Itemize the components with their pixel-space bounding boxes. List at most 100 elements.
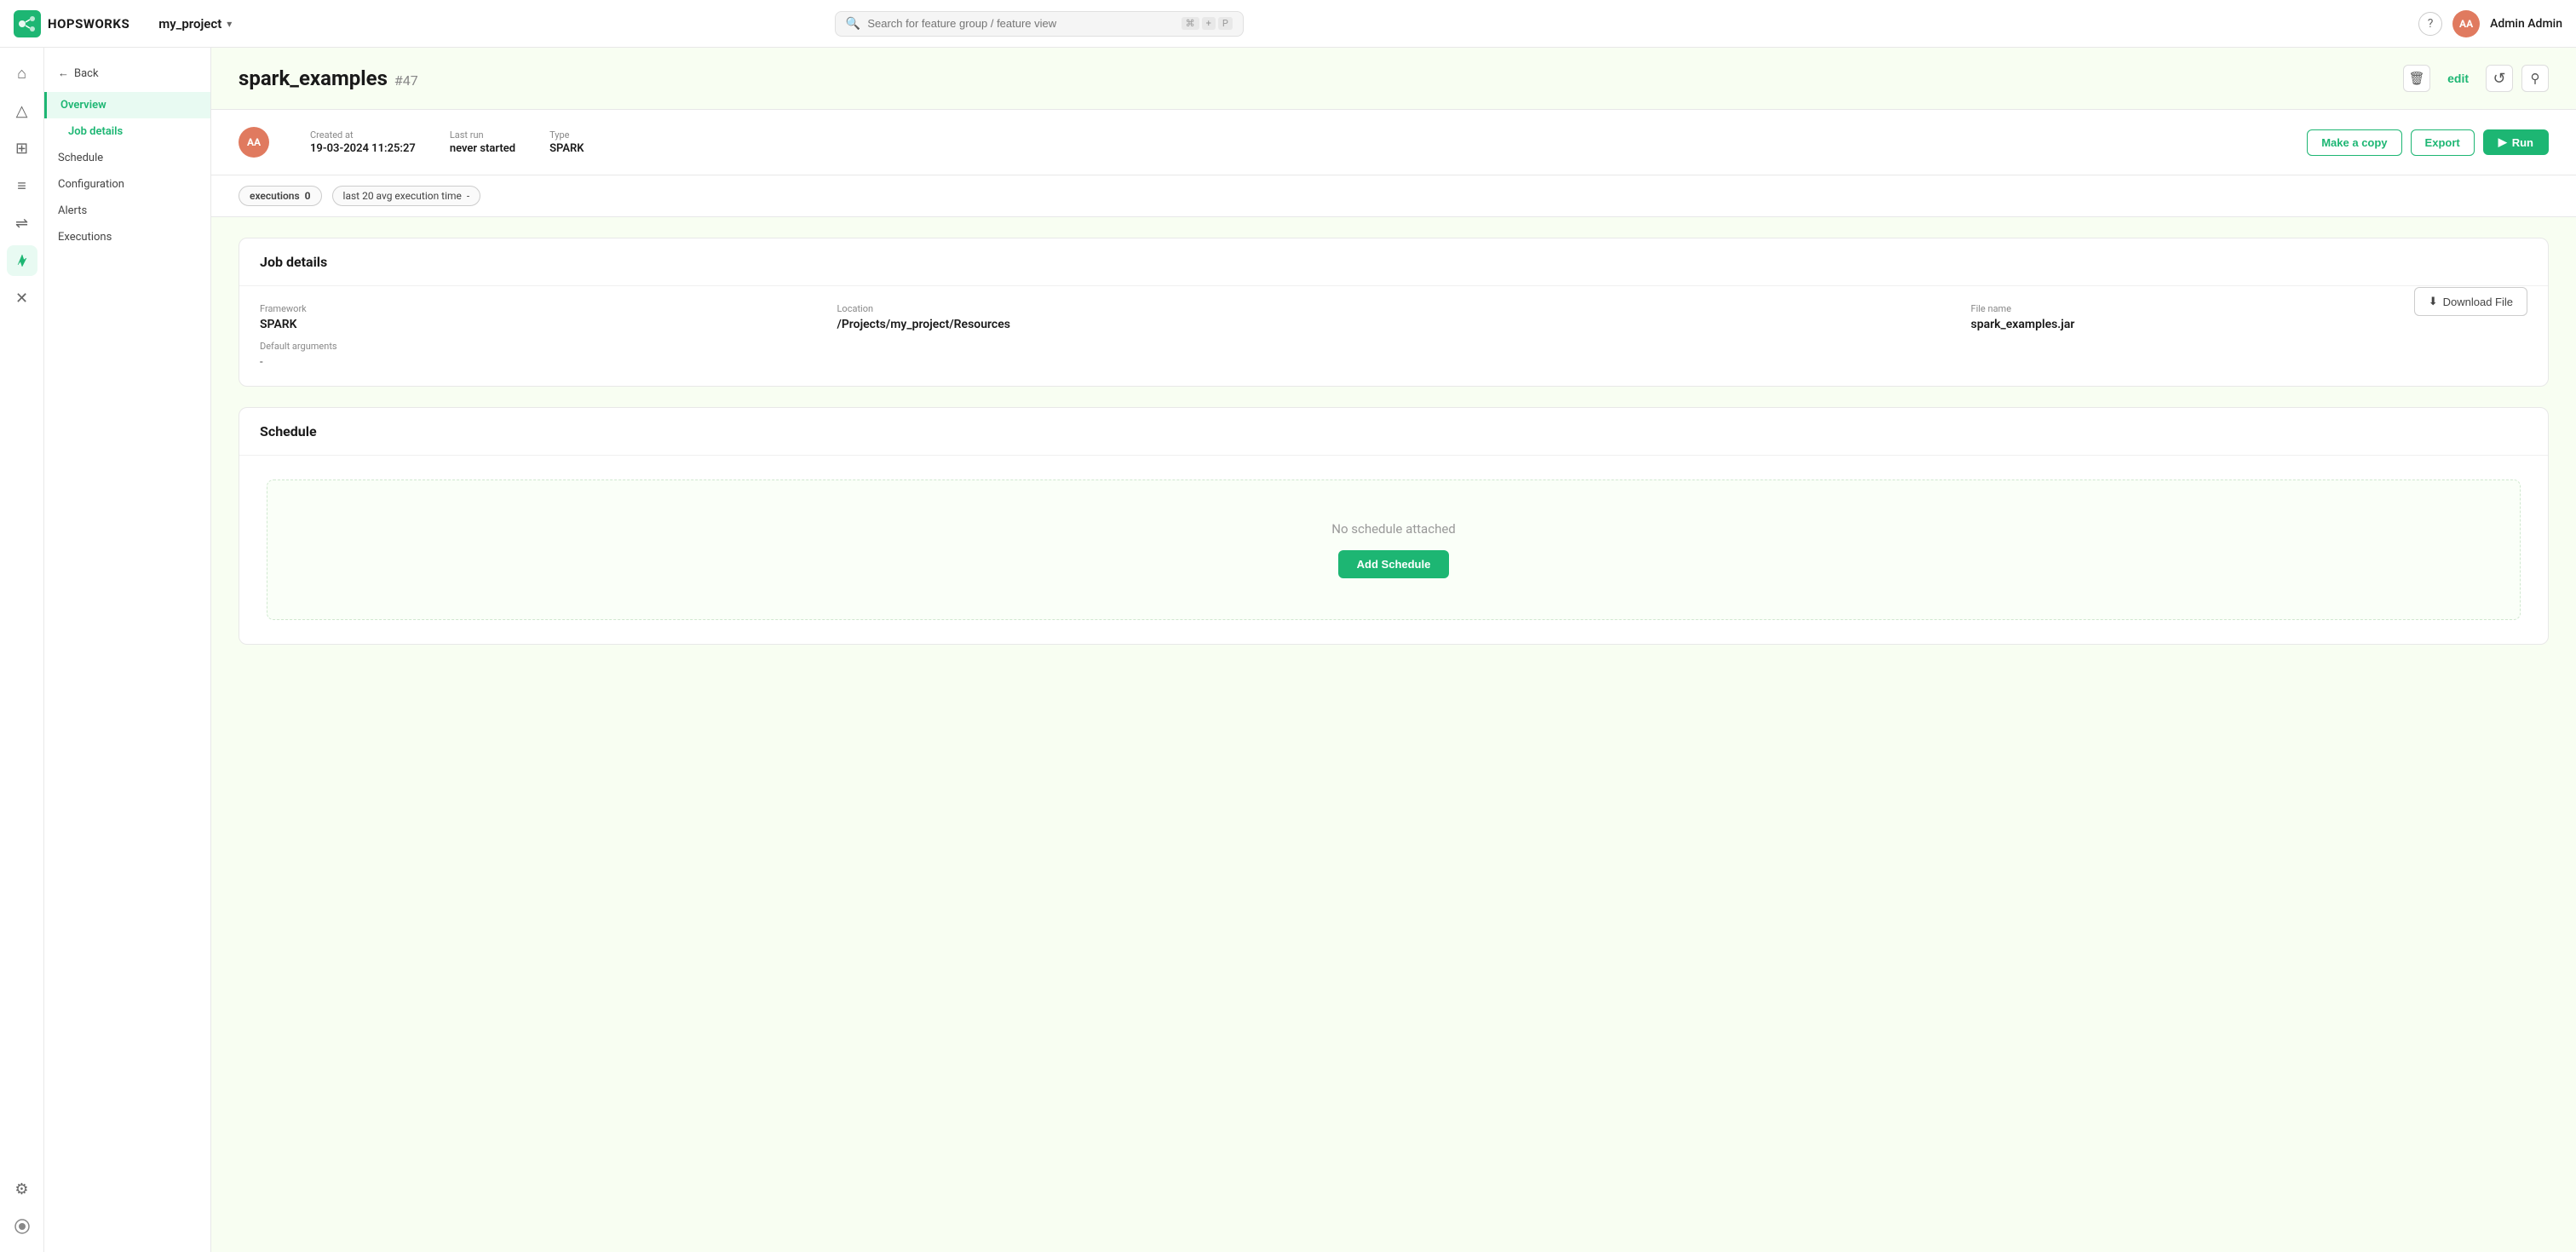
job-details-content: Framework SPARK Location /Projects/my_pr… bbox=[239, 286, 2548, 386]
executions-label: executions bbox=[250, 190, 300, 202]
search-input[interactable] bbox=[867, 17, 1174, 30]
help-button[interactable]: ? bbox=[2418, 12, 2442, 36]
add-schedule-label: Add Schedule bbox=[1357, 558, 1431, 571]
location-value: /Projects/my_project/Resources bbox=[837, 318, 1951, 331]
make-copy-button[interactable]: Make a copy bbox=[2307, 129, 2401, 156]
nav-sidebar: ← Back Overview Job details Schedule Con… bbox=[44, 48, 211, 1252]
page-title-area: spark_examples #47 bbox=[239, 66, 418, 90]
run-play-icon: ▶ bbox=[2498, 135, 2507, 149]
sidebar-item-overview[interactable]: Overview bbox=[44, 92, 210, 118]
help-icon: ? bbox=[2428, 17, 2434, 31]
exec-time-label: last 20 avg execution time bbox=[343, 190, 462, 202]
user-avatar: AA bbox=[2452, 10, 2480, 37]
kbd-p: P bbox=[1218, 17, 1233, 30]
executions-bar: executions 0 last 20 avg execution time … bbox=[211, 175, 2576, 217]
executions-badge: executions 0 bbox=[239, 186, 322, 206]
meta-actions: Make a copy Export ▶ Run bbox=[2307, 129, 2549, 156]
kbd-cmd: ⌘ bbox=[1182, 17, 1199, 30]
meta-created-field: Created at 19-03-2024 11:25:27 bbox=[310, 129, 416, 155]
search-bar[interactable]: 🔍 ⌘ + P bbox=[835, 11, 1244, 37]
meta-bar: AA Created at 19-03-2024 11:25:27 Last r… bbox=[211, 110, 2576, 175]
make-copy-label: Make a copy bbox=[2321, 136, 2387, 149]
logo-area: HOPSWORKS bbox=[14, 10, 129, 37]
sidebar-item-configuration[interactable]: Configuration bbox=[44, 171, 210, 198]
sidebar-item-executions[interactable]: Executions bbox=[44, 224, 210, 250]
nav-arrows-icon[interactable]: ⇌ bbox=[7, 208, 37, 238]
nav-home-icon[interactable]: ⌂ bbox=[7, 58, 37, 89]
nav-bottom-icon[interactable] bbox=[7, 1211, 37, 1242]
sidebar-item-alerts-label: Alerts bbox=[58, 204, 87, 217]
run-button[interactable]: ▶ Run bbox=[2483, 129, 2549, 155]
meta-last-run-value: never started bbox=[450, 142, 515, 155]
sidebar-item-alerts[interactable]: Alerts bbox=[44, 198, 210, 224]
top-bar-right: ? AA Admin Admin bbox=[2418, 10, 2562, 37]
location-field: Location /Projects/my_project/Resources bbox=[837, 303, 1951, 331]
sidebar-item-schedule-label: Schedule bbox=[58, 152, 103, 164]
meta-type-value: SPARK bbox=[549, 142, 584, 155]
no-schedule-area: No schedule attached Add Schedule bbox=[267, 480, 2521, 620]
sidebar-item-job-details-label: Job details bbox=[68, 125, 123, 138]
schedule-card: Schedule No schedule attached Add Schedu… bbox=[239, 407, 2549, 645]
location-label: Location bbox=[837, 303, 1951, 314]
run-label: Run bbox=[2512, 136, 2533, 149]
meta-type-label: Type bbox=[549, 129, 584, 141]
job-details-section-title: Job details bbox=[239, 238, 2548, 286]
exec-time-dash: - bbox=[467, 190, 469, 202]
framework-label: Framework bbox=[260, 303, 817, 314]
default-args-value: - bbox=[260, 356, 2527, 369]
exec-time-badge: last 20 avg execution time - bbox=[332, 186, 481, 206]
nav-cross-icon[interactable]: ✕ bbox=[7, 283, 37, 313]
schedule-content: No schedule attached Add Schedule bbox=[239, 456, 2548, 644]
sections-container: Job details Framework SPARK Location /Pr… bbox=[211, 217, 2576, 665]
delete-button[interactable]: 🗑 bbox=[2403, 65, 2430, 92]
header-actions: 🗑 edit ↺ ⚲ bbox=[2403, 65, 2549, 92]
download-file-button[interactable]: ⬇ Download File bbox=[2414, 287, 2527, 316]
executions-count: 0 bbox=[305, 190, 311, 202]
back-label: Back bbox=[74, 67, 99, 80]
project-selector[interactable]: my_project ▾ bbox=[150, 13, 240, 35]
search-keyboard-shortcut: ⌘ + P bbox=[1182, 17, 1233, 30]
refresh-button[interactable]: ↺ bbox=[2486, 65, 2513, 92]
add-schedule-button[interactable]: Add Schedule bbox=[1338, 550, 1450, 578]
back-link[interactable]: ← Back bbox=[44, 61, 210, 92]
nav-grid-icon[interactable]: ⊞ bbox=[7, 133, 37, 164]
default-args-label: Default arguments bbox=[260, 341, 337, 352]
hopsworks-logo-icon bbox=[14, 10, 41, 37]
meta-avatar: AA bbox=[239, 127, 269, 158]
meta-last-run-field: Last run never started bbox=[450, 129, 515, 155]
nav-list-icon[interactable]: ≡ bbox=[7, 170, 37, 201]
nav-spark-icon[interactable] bbox=[7, 245, 37, 276]
meta-created-label: Created at bbox=[310, 129, 416, 141]
kbd-plus: + bbox=[1202, 17, 1216, 30]
edit-button[interactable]: edit bbox=[2439, 66, 2477, 90]
main-area: ⌂ △ ⊞ ≡ ⇌ ✕ ⚙ ← Back bbox=[0, 48, 2576, 1252]
file-name-value: spark_examples.jar bbox=[1971, 318, 2075, 331]
page-id: #47 bbox=[394, 72, 418, 89]
pin-button[interactable]: ⚲ bbox=[2521, 65, 2549, 92]
nav-settings-icon[interactable]: ⚙ bbox=[7, 1174, 37, 1204]
user-name: Admin Admin bbox=[2490, 17, 2562, 31]
chevron-down-icon: ▾ bbox=[227, 18, 232, 30]
download-icon: ⬇ bbox=[2429, 295, 2438, 308]
nav-delta-icon[interactable]: △ bbox=[7, 95, 37, 126]
export-label: Export bbox=[2425, 136, 2460, 149]
pin-icon: ⚲ bbox=[2531, 71, 2540, 86]
edit-label: edit bbox=[2447, 72, 2469, 85]
sidebar-item-overview-label: Overview bbox=[60, 99, 106, 112]
sidebar-item-schedule[interactable]: Schedule bbox=[44, 145, 210, 171]
framework-field: Framework SPARK bbox=[260, 303, 817, 331]
sidebar-item-configuration-label: Configuration bbox=[58, 178, 124, 191]
meta-created-value: 19-03-2024 11:25:27 bbox=[310, 142, 416, 155]
export-button[interactable]: Export bbox=[2411, 129, 2475, 156]
no-schedule-text: No schedule attached bbox=[1331, 521, 1456, 537]
sidebar-item-job-details[interactable]: Job details bbox=[44, 118, 210, 145]
file-name-label: File name bbox=[1971, 303, 2075, 314]
search-icon: 🔍 bbox=[846, 17, 860, 31]
top-bar: HOPSWORKS my_project ▾ 🔍 ⌘ + P ? AA Admi… bbox=[0, 0, 2576, 48]
meta-left: AA Created at 19-03-2024 11:25:27 Last r… bbox=[239, 127, 584, 158]
back-arrow-icon: ← bbox=[58, 66, 69, 80]
logo-text: HOPSWORKS bbox=[48, 16, 129, 32]
download-label: Download File bbox=[2443, 296, 2513, 308]
meta-last-run-label: Last run bbox=[450, 129, 515, 141]
schedule-section-title: Schedule bbox=[239, 408, 2548, 456]
